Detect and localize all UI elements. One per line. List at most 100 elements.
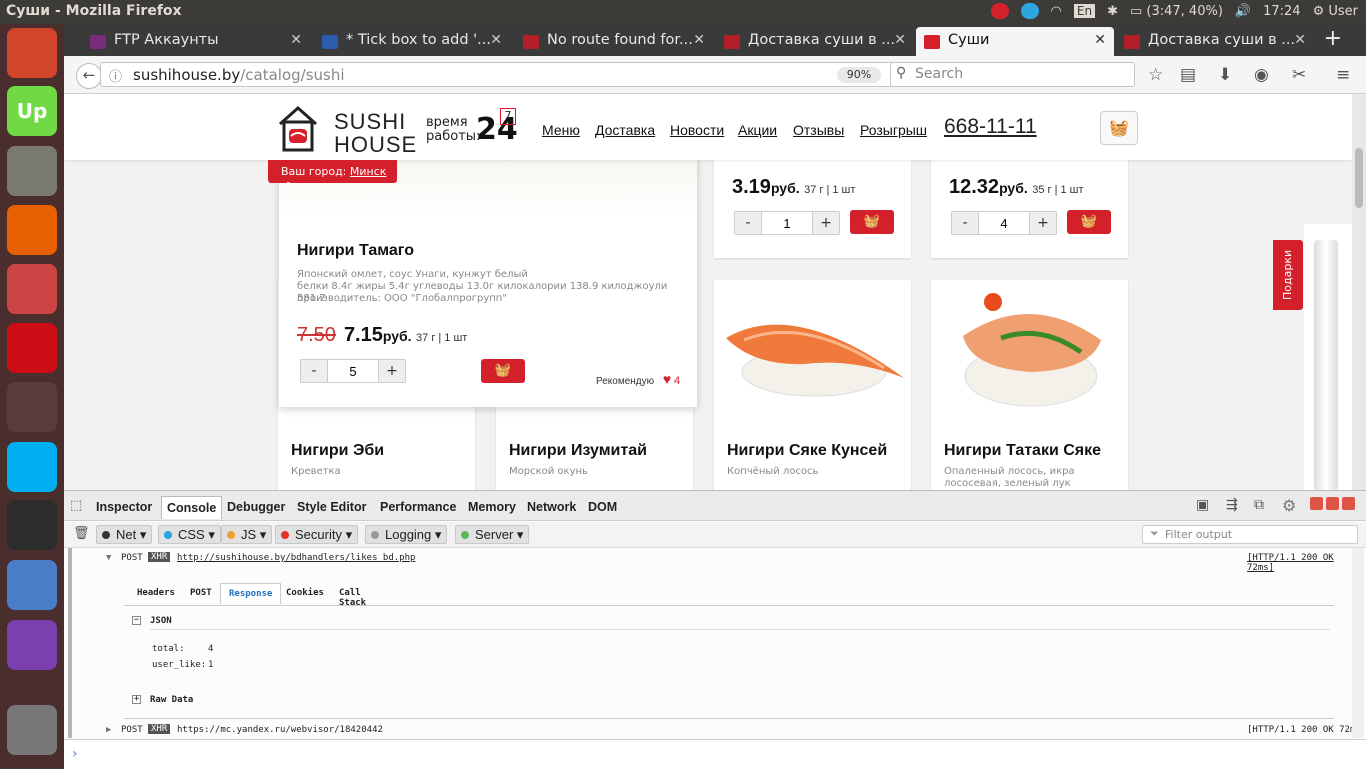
minimize-icon[interactable] [1310, 497, 1323, 510]
log-entry[interactable]: ▼ POST XHR http://sushihouse.by/bdhandle… [64, 551, 1366, 573]
clock[interactable]: 17:24 [1263, 4, 1300, 19]
quantity-input[interactable] [327, 360, 379, 382]
wifi-icon[interactable]: ◠ [1051, 4, 1062, 19]
scrollbar-thumb[interactable] [1355, 148, 1363, 208]
tab-dom[interactable]: DOM [588, 500, 617, 514]
menu-item-promotions[interactable]: Акции [738, 122, 777, 138]
close-icon[interactable]: ✕ [693, 32, 705, 48]
menu-item-giveaway[interactable]: Розыгрыш [860, 122, 927, 138]
reading-list-icon[interactable]: ▤ [1180, 65, 1196, 85]
bookmark-star-icon[interactable]: ☆ [1148, 65, 1163, 85]
zoom-indicator[interactable]: 90% [837, 67, 881, 83]
add-to-cart-button[interactable]: 🧺 [850, 210, 894, 234]
minus-button[interactable]: - [301, 360, 327, 382]
settings-icon[interactable] [7, 264, 57, 314]
filter-css[interactable]: CSS ▾ [158, 525, 221, 544]
plus-button[interactable]: + [1030, 212, 1056, 234]
quantity-input[interactable] [761, 212, 813, 234]
sushi-image[interactable] [931, 280, 1128, 420]
minus-button[interactable]: - [735, 212, 761, 234]
tab-inspector[interactable]: Inspector [96, 500, 152, 514]
opera-icon[interactable] [7, 323, 57, 373]
back-button[interactable]: ← [76, 63, 102, 89]
opera-tray-icon[interactable] [990, 3, 1009, 19]
battery-indicator[interactable]: ▭ (3:47, 40%) [1130, 4, 1223, 19]
city-selector[interactable]: Ваш город: Минск > [268, 160, 397, 191]
close-devtools-icon[interactable] [1342, 497, 1355, 510]
heart-icon[interactable]: ♥ [663, 371, 671, 387]
filter-output-input[interactable]: ⏷ Filter output [1142, 525, 1358, 544]
close-icon[interactable]: ✕ [1294, 32, 1306, 48]
keyboard-layout[interactable]: En [1073, 4, 1096, 18]
tab-performance[interactable]: Performance [380, 500, 456, 514]
log-url[interactable]: https://mc.yandex.ru/webvisor/18420442 [177, 725, 383, 735]
tab-memory[interactable]: Memory [468, 500, 516, 514]
telegram-tray-icon[interactable] [1020, 3, 1039, 19]
trash-clear-icon[interactable]: 🗑 [73, 526, 90, 541]
minus-button[interactable]: - [952, 212, 978, 234]
triangle-down-icon[interactable]: ▼ [106, 553, 111, 563]
plus-button[interactable]: + [379, 360, 405, 382]
workspace-switcher-icon[interactable] [7, 382, 57, 432]
hamburger-menu-icon[interactable]: ≡ [1336, 65, 1350, 85]
menu-item-delivery[interactable]: Доставка [595, 122, 655, 138]
page-scrollbar[interactable] [1352, 94, 1366, 490]
user-menu[interactable]: ⚙ User [1313, 4, 1358, 19]
tab-tickbox[interactable]: * Tick box to add '... ✕ [314, 27, 510, 56]
cart-button[interactable]: 🧺 [1100, 111, 1138, 145]
tab-sushi[interactable]: Суши ✕ [916, 27, 1114, 56]
pick-element-icon[interactable]: ⬚ [70, 498, 82, 513]
dock-icon[interactable]: ⧉ [1254, 497, 1264, 513]
side-scrollbar[interactable] [1314, 240, 1338, 490]
tab-response[interactable]: Response [220, 583, 282, 604]
recommend[interactable]: Рекомендую ♥ 4 [596, 371, 680, 387]
tab-cookies[interactable]: Cookies [286, 588, 324, 598]
add-to-cart-button[interactable]: 🧺 [1067, 210, 1111, 234]
menu-item-menu[interactable]: Меню [542, 122, 580, 138]
devtools-settings-icon[interactable]: ⚙ [1282, 496, 1296, 515]
filter-server[interactable]: Server ▾ [455, 525, 530, 544]
close-icon[interactable]: ✕ [894, 32, 906, 48]
skype-icon[interactable] [7, 442, 57, 492]
sushi-image[interactable] [714, 280, 911, 420]
log-status[interactable]: [HTTP/1.1 200 OK 72ms] [1247, 553, 1366, 573]
tab-ftp[interactable]: FTP Аккаунты ✕ [82, 27, 310, 56]
terminal-icon[interactable] [7, 500, 57, 550]
split-console-icon[interactable]: ▣ [1196, 497, 1209, 513]
tab-headers[interactable]: Headers [137, 588, 175, 598]
menu-item-reviews[interactable]: Отзывы [793, 122, 844, 138]
search-bar[interactable]: ⚲ Search [890, 62, 1135, 87]
upwork-icon[interactable]: Up [7, 86, 57, 136]
console-input[interactable]: › [64, 739, 1366, 769]
close-icon[interactable]: ✕ [290, 32, 302, 48]
bluetooth-icon[interactable]: ✱ [1107, 4, 1118, 19]
info-icon[interactable]: ⓘ [109, 66, 122, 85]
tab-style-editor[interactable]: Style Editor [297, 500, 366, 514]
virtualbox-icon[interactable] [7, 560, 57, 610]
tab-delivery-1[interactable]: Доставка суши в ... ✕ [716, 27, 914, 56]
files-icon[interactable] [7, 146, 57, 196]
volume-icon[interactable]: 🔊 [1235, 4, 1251, 19]
url-bar[interactable]: ⓘ sushihouse.by/catalog/sushi 90% ↻ [100, 62, 948, 87]
filter-js[interactable]: JS ▾ [221, 525, 273, 544]
firefox-icon[interactable] [7, 205, 57, 255]
phone-number[interactable]: 668-11-11 [944, 115, 1037, 139]
filter-security[interactable]: Security ▾ [275, 525, 359, 544]
filter-logging[interactable]: Logging ▾ [365, 525, 448, 544]
tab-no-route[interactable]: No route found for... ✕ [515, 27, 713, 56]
tab-network[interactable]: Network [527, 500, 576, 514]
ubuntu-dash-icon[interactable] [7, 28, 57, 78]
menu-item-news[interactable]: Новости [670, 122, 724, 138]
expand-icon[interactable]: + [132, 695, 141, 704]
tab-post[interactable]: POST [190, 588, 212, 598]
tab-console[interactable]: Console [161, 496, 223, 519]
extension-icon[interactable]: ◉ [1254, 65, 1269, 85]
app-window-icon[interactable] [7, 620, 57, 670]
tab-debugger[interactable]: Debugger [227, 500, 285, 514]
downloads-icon[interactable]: ⬇ [1218, 65, 1232, 85]
close-icon[interactable]: ✕ [1094, 32, 1106, 48]
new-tab-button[interactable]: + [1324, 26, 1342, 51]
raw-data-label[interactable]: Raw Data [150, 695, 193, 705]
quantity-input[interactable] [978, 212, 1030, 234]
maximize-icon[interactable] [1326, 497, 1339, 510]
